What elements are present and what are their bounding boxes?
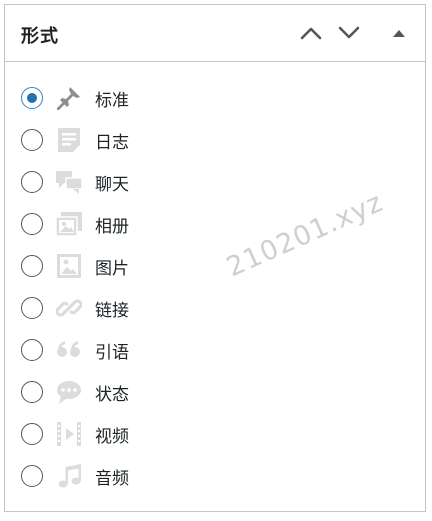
format-label: 标准	[95, 90, 129, 111]
format-panel: 形式 标准 日志 聊天 相册 图片 链接 引语 状态 视频 音频	[4, 4, 426, 512]
gallery-icon	[55, 210, 83, 238]
format-option-video[interactable]: 视频	[21, 419, 129, 449]
status-icon	[55, 378, 83, 406]
pushpin-icon	[55, 84, 83, 112]
format-option-chat[interactable]: 聊天	[21, 167, 129, 197]
radio-button[interactable]	[21, 171, 43, 193]
chat-icon	[55, 168, 83, 196]
audio-icon	[55, 462, 83, 490]
format-label: 聊天	[95, 174, 129, 195]
radio-button[interactable]	[21, 87, 43, 109]
format-option-gallery[interactable]: 相册	[21, 209, 129, 239]
format-label: 相册	[95, 216, 129, 237]
radio-button[interactable]	[21, 255, 43, 277]
format-option-image[interactable]: 图片	[21, 251, 129, 281]
panel-title: 形式	[21, 26, 59, 47]
format-label: 引语	[95, 342, 129, 363]
radio-button[interactable]	[21, 339, 43, 361]
chevron-up-icon	[300, 27, 322, 40]
radio-button[interactable]	[21, 129, 43, 151]
radio-button[interactable]	[21, 465, 43, 487]
format-option-audio[interactable]: 音频	[21, 461, 129, 491]
radio-button[interactable]	[21, 381, 43, 403]
video-icon	[55, 420, 83, 448]
format-option-link[interactable]: 链接	[21, 293, 129, 323]
triangle-up-icon	[393, 30, 405, 37]
format-label: 图片	[95, 258, 129, 279]
image-icon	[55, 252, 83, 280]
format-label: 日志	[95, 132, 129, 153]
move-up-button[interactable]	[297, 21, 325, 45]
radio-button[interactable]	[21, 213, 43, 235]
quote-icon	[55, 336, 83, 364]
format-label: 音频	[95, 468, 129, 489]
format-label: 视频	[95, 426, 129, 447]
format-option-standard[interactable]: 标准	[21, 83, 129, 113]
link-icon	[55, 294, 83, 322]
format-option-status[interactable]: 状态	[21, 377, 129, 407]
format-label: 状态	[95, 384, 129, 405]
move-down-button[interactable]	[335, 21, 363, 45]
document-icon	[55, 126, 83, 154]
radio-button[interactable]	[21, 297, 43, 319]
radio-button[interactable]	[21, 423, 43, 445]
toggle-panel-button[interactable]	[385, 21, 413, 45]
format-label: 链接	[95, 300, 129, 321]
format-option-quote[interactable]: 引语	[21, 335, 129, 365]
chevron-down-icon	[338, 26, 360, 39]
panel-header: 形式	[5, 5, 425, 62]
format-option-aside[interactable]: 日志	[21, 125, 129, 155]
